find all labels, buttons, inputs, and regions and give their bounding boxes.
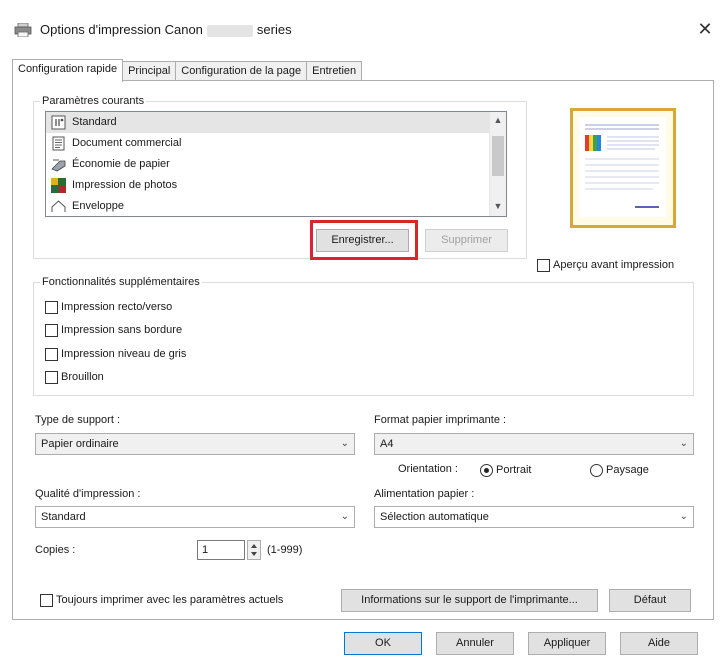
tab-main[interactable]: Principal <box>122 61 177 81</box>
chevron-down-icon: ⌄ <box>340 511 349 522</box>
copies-range: (1-999) <box>267 544 303 556</box>
tab-strip: Configuration rapide Principal Configura… <box>12 59 363 82</box>
always-print-label: Toujours imprimer avec les paramètres ac… <box>56 594 284 606</box>
media-type-select[interactable]: Papier ordinaire ⌄ <box>35 433 355 455</box>
standard-icon <box>51 115 66 130</box>
tab-page-setup[interactable]: Configuration de la page <box>175 61 308 81</box>
ok-button[interactable]: OK <box>344 632 422 655</box>
checkbox-box[interactable] <box>45 323 58 337</box>
media-type-label: Type de support : <box>35 414 120 426</box>
checkbox-label: Impression sans bordure <box>61 324 183 336</box>
orientation-label: Orientation : <box>398 463 458 475</box>
copies-input[interactable]: 1 <box>197 540 245 560</box>
settings-list-scrollbar[interactable]: ▲ ▼ <box>489 112 506 216</box>
list-item-business-document[interactable]: Document commercial <box>46 133 506 154</box>
copies-spinner[interactable] <box>247 540 261 560</box>
checkbox-box[interactable] <box>537 258 550 272</box>
landscape-radio[interactable]: Paysage <box>590 460 649 480</box>
radio-dot[interactable] <box>590 463 603 477</box>
paper-source-value: Sélection automatique <box>380 511 489 523</box>
envelope-icon <box>51 200 66 212</box>
scroll-up-icon[interactable]: ▲ <box>490 112 506 129</box>
list-item-standard[interactable]: Standard <box>46 112 506 133</box>
list-item-label: Enveloppe <box>72 200 124 212</box>
copies-label: Copies : <box>35 544 76 556</box>
print-quality-select[interactable]: Standard ⌄ <box>35 506 355 528</box>
media-type-value: Papier ordinaire <box>41 438 119 450</box>
draft-checkbox[interactable]: Brouillon <box>45 367 104 387</box>
scroll-down-icon[interactable]: ▼ <box>490 198 506 215</box>
checkbox-label: Impression niveau de gris <box>61 348 187 360</box>
title-bar: Options d'impression Canon series ✕ <box>0 0 726 54</box>
always-print-checkbox[interactable]: Toujours imprimer avec les paramètres ac… <box>40 590 283 610</box>
paper-size-select[interactable]: A4 ⌄ <box>374 433 694 455</box>
cancel-button[interactable]: Annuler <box>436 632 514 655</box>
list-item-label: Économie de papier <box>72 158 170 170</box>
paper-size-value: A4 <box>380 438 394 450</box>
list-item-label: Document commercial <box>72 137 182 149</box>
help-button[interactable]: Aide <box>620 632 698 655</box>
list-item-envelope[interactable]: Enveloppe <box>46 196 506 216</box>
chevron-down-icon: ⌄ <box>679 511 688 522</box>
portrait-label: Portrait <box>496 464 532 476</box>
grayscale-checkbox[interactable]: Impression niveau de gris <box>45 344 186 364</box>
checkbox-label: Impression recto/verso <box>61 301 173 313</box>
list-item-photo-printing[interactable]: Impression de photos <box>46 175 506 196</box>
paper-source-label: Alimentation papier : <box>374 488 475 500</box>
window-title: Options d'impression Canon series <box>40 22 292 37</box>
preview-checkbox-label: Aperçu avant impression <box>553 259 675 271</box>
list-item-label: Impression de photos <box>72 179 178 191</box>
printer-icon <box>14 23 32 37</box>
portrait-radio[interactable]: Portrait <box>480 460 531 480</box>
close-button[interactable]: ✕ <box>694 18 716 40</box>
paper-size-label: Format papier imprimante : <box>374 414 507 426</box>
document-icon <box>52 136 65 151</box>
tab-maintenance[interactable]: Entretien <box>306 61 363 81</box>
print-quality-value: Standard <box>41 511 86 523</box>
printer-media-info-button[interactable]: Informations sur le support de l'imprima… <box>341 589 598 612</box>
photo-icon <box>51 178 66 193</box>
delete-button[interactable]: Supprimer <box>425 229 508 252</box>
tab-quick-setup[interactable]: Configuration rapide <box>12 59 124 82</box>
settings-list[interactable]: Standard Document commercial Économie de… <box>45 111 507 217</box>
preview-checkbox[interactable]: Aperçu avant impression <box>537 255 674 275</box>
checkbox-box[interactable] <box>45 370 58 384</box>
checkbox-label: Brouillon <box>61 371 104 383</box>
current-settings-label: Paramètres courants <box>40 95 147 107</box>
list-item-paper-saving[interactable]: Économie de papier <box>46 154 506 175</box>
preview-page <box>579 117 666 217</box>
checkbox-box[interactable] <box>40 593 53 607</box>
additional-features-label: Fonctionnalités supplémentaires <box>40 276 202 288</box>
default-button[interactable]: Défaut <box>609 589 691 612</box>
print-quality-label: Qualité d'impression : <box>35 488 141 500</box>
list-item-label: Standard <box>72 116 117 128</box>
duplex-checkbox[interactable]: Impression recto/verso <box>45 297 172 317</box>
chevron-down-icon: ⌄ <box>679 438 688 449</box>
chevron-down-icon: ⌄ <box>340 438 349 449</box>
preview-content-icon <box>585 124 659 208</box>
radio-dot[interactable] <box>480 463 493 477</box>
save-button-highlight <box>310 220 418 260</box>
paper-source-select[interactable]: Sélection automatique ⌄ <box>374 506 694 528</box>
redacted-model <box>206 24 253 37</box>
page-preview <box>570 108 676 228</box>
spin-arrows-icon <box>251 544 257 556</box>
scroll-thumb[interactable] <box>492 136 504 176</box>
apply-button[interactable]: Appliquer <box>528 632 606 655</box>
landscape-label: Paysage <box>606 464 649 476</box>
borderless-checkbox[interactable]: Impression sans bordure <box>45 320 182 340</box>
checkbox-box[interactable] <box>45 300 58 314</box>
paper-saving-icon <box>51 159 66 172</box>
checkbox-box[interactable] <box>45 347 58 361</box>
copies-value: 1 <box>202 544 209 556</box>
